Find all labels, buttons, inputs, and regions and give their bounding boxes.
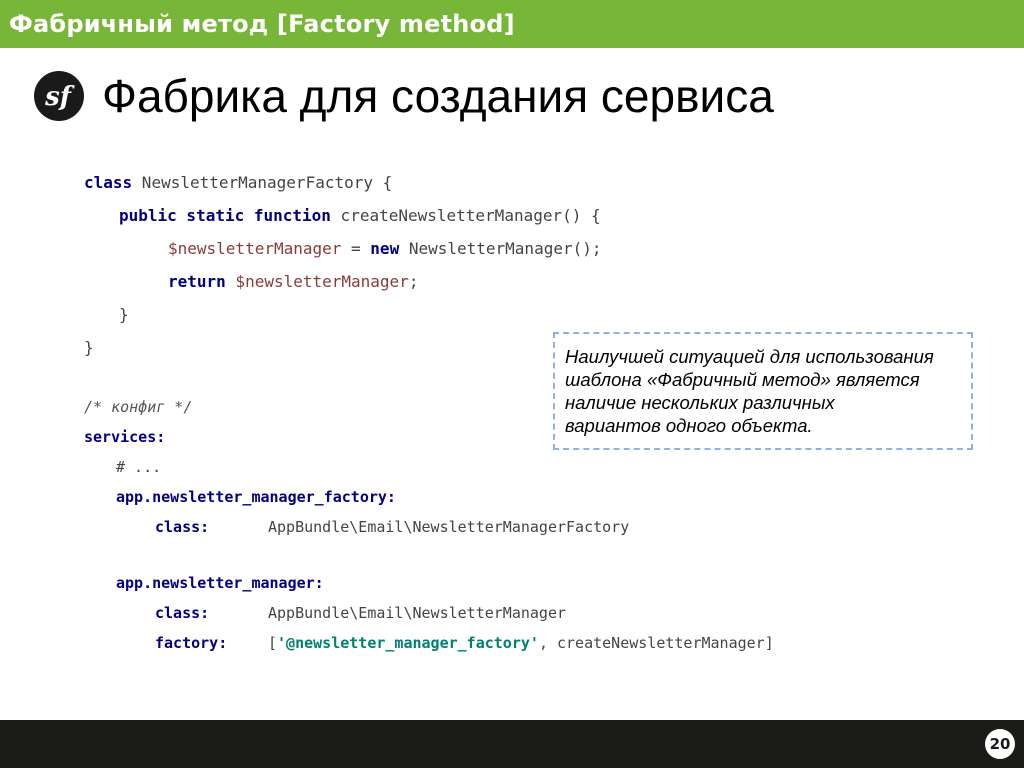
page-number-badge: 20 xyxy=(985,729,1015,759)
symfony-logo-icon: sf xyxy=(34,71,84,121)
code-line-3: $newsletterManager = new NewsletterManag… xyxy=(168,239,602,258)
config-comment: /* конфиг */ xyxy=(84,398,193,416)
logo-letters: sf xyxy=(44,82,75,112)
note-text: Наилучшей ситуацией для использования ша… xyxy=(565,346,934,436)
config-svc2-class-val: AppBundle\Email\NewsletterManager xyxy=(268,604,567,622)
config-services: services: xyxy=(84,428,166,446)
footer-bar xyxy=(0,720,1024,768)
config-svc2-factory-key: factory: xyxy=(155,634,228,652)
code-line-2: public static function createNewsletterM… xyxy=(119,206,601,225)
config-svc1-class-key: class: xyxy=(155,518,210,536)
config-svc2-key: app.newsletter_manager: xyxy=(116,574,324,592)
header-bar: Фабричный метод [Factory method] xyxy=(0,0,1024,48)
code-line-1: class NewsletterManagerFactory { xyxy=(84,173,393,192)
note-box: Наилучшей ситуацией для использования ша… xyxy=(553,332,973,450)
code-line-6: } xyxy=(84,338,94,357)
config-svc1-key: app.newsletter_manager_factory: xyxy=(116,488,396,506)
slide-heading: Фабрика для создания сервиса xyxy=(102,70,774,122)
config-svc1-class-val: AppBundle\Email\NewsletterManagerFactory xyxy=(268,518,630,536)
config-svc2-class-key: class: xyxy=(155,604,210,622)
config-ellipsis: # ... xyxy=(116,458,162,476)
config-svc2-factory-val: ['@newsletter_manager_factory', createNe… xyxy=(268,634,774,652)
header-title: Фабричный метод [Factory method] xyxy=(9,10,515,38)
code-line-5: } xyxy=(119,305,129,324)
code-line-4: return $newsletterManager; xyxy=(168,272,419,291)
